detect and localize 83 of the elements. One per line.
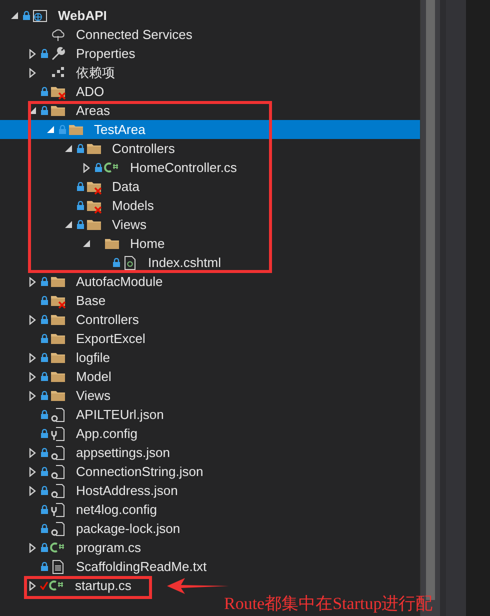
item-label: Views	[112, 216, 146, 234]
tree-item[interactable]: HostAddress.json	[0, 481, 420, 500]
tree-item[interactable]: Model	[0, 367, 420, 386]
tree-item[interactable]: Controllers	[0, 310, 420, 329]
expanded-arrow-icon[interactable]	[45, 124, 57, 134]
item-label: HomeController.cs	[130, 158, 237, 177]
csharp-file-icon	[49, 578, 65, 594]
config-file-icon	[50, 502, 66, 518]
item-label: 依赖项	[76, 64, 115, 82]
tree-item[interactable]: package-lock.json	[0, 519, 420, 538]
item-label: ExportExcel	[76, 330, 146, 348]
item-label: APILTEUrl.json	[76, 406, 164, 424]
item-label: appsettings.json	[76, 444, 170, 462]
annotation-note: Route都集中在Startup进行配	[224, 594, 433, 614]
item-label: Views	[76, 386, 110, 405]
tree-item[interactable]: ScaffoldingReadMe.txt	[0, 557, 420, 576]
wrench-icon	[50, 46, 66, 62]
item-label: Base	[76, 292, 106, 310]
item-label: AutofacModule	[76, 272, 163, 291]
item-label: Model	[76, 368, 112, 386]
web-project-icon	[32, 8, 48, 24]
csharp-file-icon	[50, 540, 66, 556]
item-label: HostAddress.json	[76, 482, 178, 500]
tree-item[interactable]: appsettings.json	[0, 443, 420, 462]
tree-item[interactable]: net4log.config	[0, 500, 420, 519]
tree-item[interactable]: AutofacModule	[0, 272, 420, 291]
item-label: Controllers	[112, 140, 175, 158]
tree-item[interactable]: Home	[0, 234, 420, 253]
tree-item[interactable]: Models	[0, 196, 420, 215]
item-label: Data	[112, 178, 140, 196]
item-label: Controllers	[76, 310, 139, 329]
expanded-arrow-icon[interactable]	[63, 144, 75, 154]
tree-item[interactable]: HomeController.cs	[0, 158, 420, 177]
item-label: Home	[130, 234, 165, 253]
item-label: logfile	[76, 348, 110, 367]
item-label: Properties	[76, 44, 136, 63]
tree-item[interactable]: program.cs	[0, 538, 420, 557]
item-label: package-lock.json	[76, 520, 180, 538]
tree-item[interactable]: App.config	[0, 424, 420, 443]
tree-item[interactable]: Areas	[0, 101, 420, 120]
tree-item[interactable]: Views	[0, 215, 420, 234]
tree-item[interactable]: ADO	[0, 82, 420, 101]
item-label: WebAPI	[58, 6, 107, 25]
tree-item[interactable]: Views	[0, 386, 420, 405]
tree-item[interactable]: Data	[0, 177, 420, 196]
tree-item[interactable]: Connected Services	[0, 25, 420, 44]
item-label: Connected Services	[76, 26, 192, 44]
tree-item[interactable]: logfile	[0, 348, 420, 367]
expanded-arrow-icon[interactable]	[81, 238, 93, 248]
item-label: ADO	[76, 82, 104, 101]
text-file-icon	[50, 558, 66, 574]
tree-item[interactable]: Properties	[0, 44, 420, 63]
json-file-icon	[50, 482, 66, 498]
razor-file-icon	[122, 254, 138, 270]
tree-item[interactable]: WebAPI	[0, 6, 420, 25]
tree-item[interactable]: TestArea	[0, 120, 420, 139]
item-label: Areas	[76, 102, 110, 120]
tree-item[interactable]: ConnectionString.json	[0, 462, 420, 481]
item-label: program.cs	[76, 538, 142, 557]
csharp-file-icon	[104, 160, 120, 176]
item-label: ConnectionString.json	[76, 462, 204, 481]
config-file-icon	[50, 426, 66, 442]
item-label: startup.cs	[75, 576, 132, 595]
tree-item[interactable]: Base	[0, 291, 420, 310]
expanded-arrow-icon[interactable]	[63, 220, 75, 230]
expanded-arrow-icon[interactable]	[9, 10, 21, 20]
tree-item[interactable]: startup.cs	[0, 576, 420, 595]
tree-item[interactable]: ExportExcel	[0, 329, 420, 348]
tree-item[interactable]: APILTEUrl.json	[0, 405, 420, 424]
json-file-icon	[50, 464, 66, 480]
json-file-icon	[50, 520, 66, 536]
json-file-icon	[50, 406, 66, 422]
item-label: net4log.config	[76, 500, 157, 519]
tree-item[interactable]: Controllers	[0, 139, 420, 158]
item-label: Index.cshtml	[148, 254, 221, 272]
cloud-icon	[50, 26, 66, 42]
item-label: ScaffoldingReadMe.txt	[76, 558, 207, 576]
tree-item[interactable]: 依赖项	[0, 63, 420, 82]
json-file-icon	[50, 444, 66, 460]
item-label: TestArea	[94, 120, 146, 139]
item-label: Models	[112, 196, 154, 215]
item-label: App.config	[76, 424, 138, 443]
tree-item[interactable]: Index.cshtml	[0, 253, 420, 272]
